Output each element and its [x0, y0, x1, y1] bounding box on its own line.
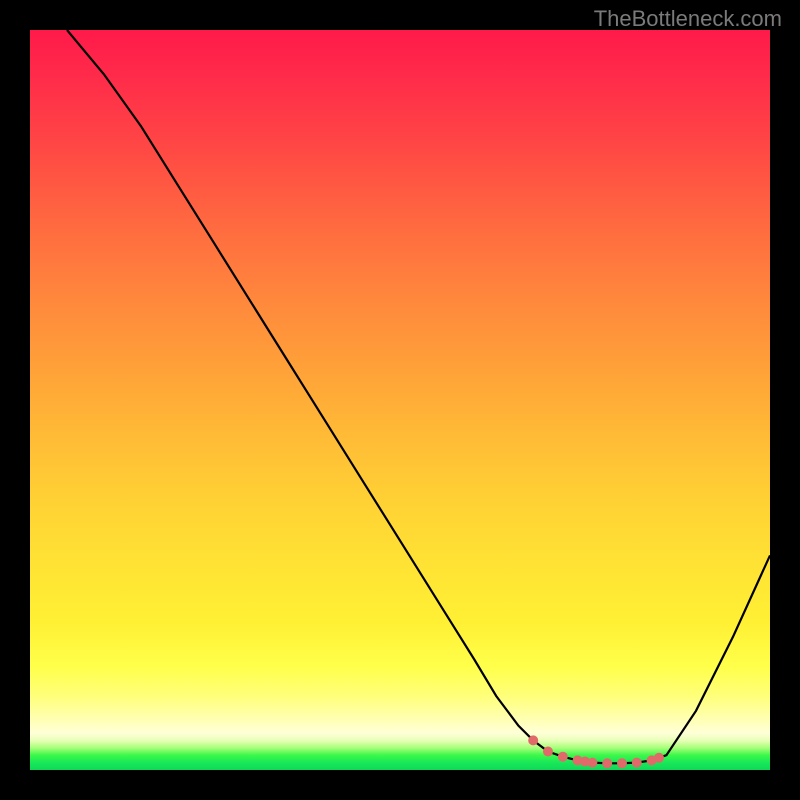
optimal-marker-dot — [602, 758, 612, 768]
optimal-marker-dot — [632, 758, 642, 768]
chart-svg — [30, 30, 770, 770]
optimal-markers — [528, 735, 664, 768]
optimal-marker-dot — [543, 747, 553, 757]
watermark-text: TheBottleneck.com — [594, 6, 782, 32]
optimal-marker-dot — [558, 752, 568, 762]
plot-area — [30, 30, 770, 770]
bottleneck-curve-path — [67, 30, 770, 763]
optimal-marker-dot — [617, 758, 627, 768]
optimal-marker-dot — [587, 758, 597, 768]
optimal-marker-dot — [654, 753, 664, 763]
optimal-marker-dot — [528, 735, 538, 745]
